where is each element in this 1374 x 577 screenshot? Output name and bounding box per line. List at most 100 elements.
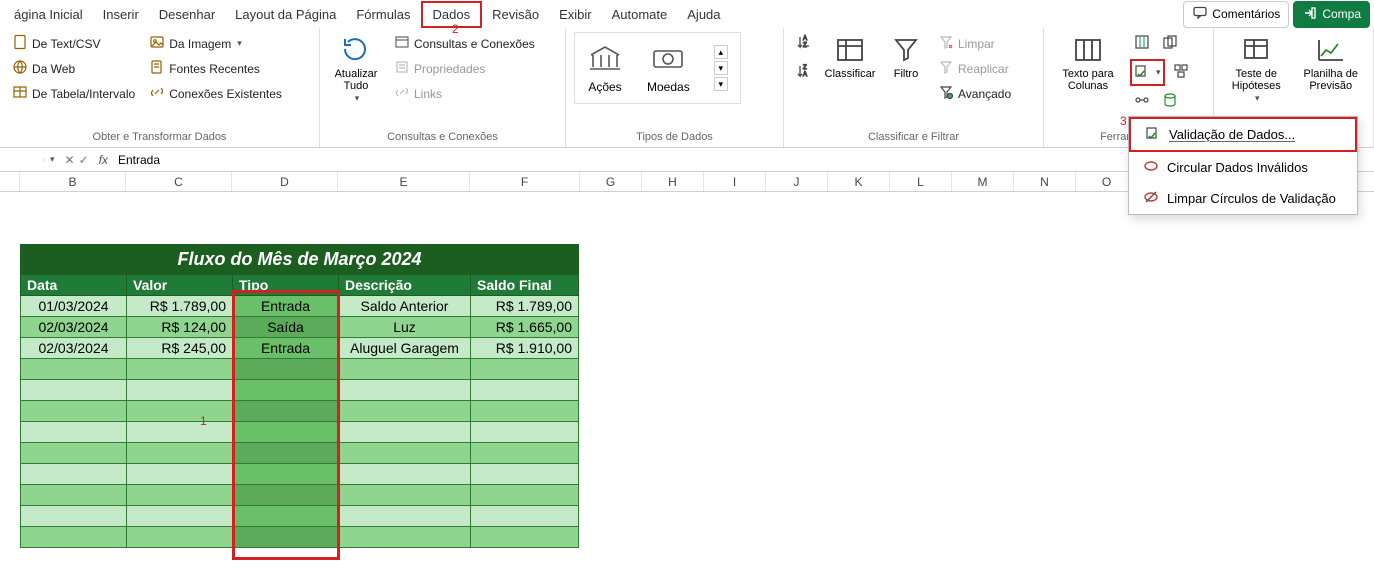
cell-saldo[interactable] xyxy=(471,485,579,506)
cell-desc[interactable]: Luz xyxy=(339,317,471,338)
cell-tipo[interactable] xyxy=(233,485,339,506)
cell-valor[interactable] xyxy=(127,359,233,380)
cell-tipo[interactable] xyxy=(233,401,339,422)
fx-icon[interactable]: fx xyxy=(95,153,112,167)
flash-fill-button[interactable] xyxy=(1130,32,1154,55)
cell-valor[interactable] xyxy=(127,485,233,506)
cell-saldo[interactable] xyxy=(471,380,579,401)
cell-desc[interactable] xyxy=(339,443,471,464)
cell-desc[interactable] xyxy=(339,401,471,422)
cell-data[interactable] xyxy=(21,527,127,548)
cell-valor[interactable]: R$ 1.789,00 xyxy=(127,296,233,317)
from-table-range-button[interactable]: De Tabela/Intervalo xyxy=(8,82,139,105)
comments-button[interactable]: Comentários xyxy=(1183,1,1289,28)
cell-data[interactable]: 01/03/2024 xyxy=(21,296,127,317)
tab-view[interactable]: Exibir xyxy=(549,3,602,26)
cell-desc[interactable] xyxy=(339,506,471,527)
text-to-columns-button[interactable]: Texto para Colunas xyxy=(1052,32,1124,94)
column-header[interactable]: D xyxy=(232,172,338,191)
column-header[interactable]: M xyxy=(952,172,1014,191)
cell-desc[interactable] xyxy=(339,464,471,485)
recent-sources-button[interactable]: Fontes Recentes xyxy=(145,57,286,80)
data-types-gallery[interactable]: Ações Moedas ▴ ▾ ▾ xyxy=(574,32,741,104)
gallery-down-button[interactable]: ▾ xyxy=(714,61,728,75)
sort-desc-button[interactable]: ZA xyxy=(792,61,816,84)
data-model-button[interactable] xyxy=(1158,90,1182,113)
cell-tipo[interactable] xyxy=(233,359,339,380)
menu-circle-invalid[interactable]: Circular Dados Inválidos xyxy=(1129,152,1357,183)
cell-data[interactable] xyxy=(21,506,127,527)
cell-data[interactable] xyxy=(21,380,127,401)
cell-valor[interactable] xyxy=(127,401,233,422)
cell-saldo[interactable] xyxy=(471,443,579,464)
refresh-all-button[interactable]: Atualizar Tudo▾ xyxy=(328,32,384,106)
tab-formulas[interactable]: Fórmulas xyxy=(346,3,420,26)
gallery-up-button[interactable]: ▴ xyxy=(714,45,728,59)
cell-saldo[interactable] xyxy=(471,422,579,443)
column-header[interactable]: J xyxy=(766,172,828,191)
column-header[interactable]: N xyxy=(1014,172,1076,191)
cell-saldo[interactable]: R$ 1.910,00 xyxy=(471,338,579,359)
tab-draw[interactable]: Desenhar xyxy=(149,3,225,26)
column-header[interactable]: L xyxy=(890,172,952,191)
cell-desc[interactable] xyxy=(339,380,471,401)
tab-review[interactable]: Revisão xyxy=(482,3,549,26)
existing-connections-button[interactable]: Conexões Existentes xyxy=(145,82,286,105)
cell-desc[interactable] xyxy=(339,485,471,506)
whatif-button[interactable]: Teste de Hipóteses▾ xyxy=(1222,32,1291,106)
cell-tipo[interactable] xyxy=(233,527,339,548)
cell-valor[interactable] xyxy=(127,527,233,548)
column-header[interactable]: B xyxy=(20,172,126,191)
cell-tipo[interactable] xyxy=(233,506,339,527)
cell-data[interactable] xyxy=(21,485,127,506)
column-header[interactable]: H xyxy=(642,172,704,191)
gallery-more-button[interactable]: ▾ xyxy=(714,77,728,91)
remove-duplicates-button[interactable] xyxy=(1158,32,1182,55)
forecast-sheet-button[interactable]: Planilha de Previsão xyxy=(1297,32,1366,94)
column-header[interactable]: G xyxy=(580,172,642,191)
cell-tipo[interactable]: Entrada xyxy=(233,296,339,317)
cell-valor[interactable] xyxy=(127,443,233,464)
table-row[interactable]: 02/03/2024R$ 124,00SaídaLuzR$ 1.665,00 xyxy=(21,317,579,338)
data-validation-button[interactable]: ▾ xyxy=(1130,59,1165,86)
table-row[interactable] xyxy=(21,401,579,422)
table-row[interactable]: 02/03/2024R$ 245,00EntradaAluguel Garage… xyxy=(21,338,579,359)
advanced-filter-button[interactable]: Avançado xyxy=(934,82,1015,105)
cell-desc[interactable] xyxy=(339,527,471,548)
cell-data[interactable]: 02/03/2024 xyxy=(21,317,127,338)
currencies-type-button[interactable]: Moedas xyxy=(647,43,690,94)
cell-valor[interactable] xyxy=(127,506,233,527)
cell-desc[interactable]: Saldo Anterior xyxy=(339,296,471,317)
cell-valor[interactable]: R$ 124,00 xyxy=(127,317,233,338)
table-row[interactable] xyxy=(21,359,579,380)
queries-connections-button[interactable]: Consultas e Conexões xyxy=(390,32,539,55)
relationships-button[interactable] xyxy=(1130,90,1154,113)
cancel-icon[interactable]: ✕ xyxy=(65,153,75,167)
cell-data[interactable] xyxy=(21,359,127,380)
cell-saldo[interactable] xyxy=(471,527,579,548)
cell-data[interactable] xyxy=(21,401,127,422)
table-row[interactable]: 01/03/2024R$ 1.789,00EntradaSaldo Anteri… xyxy=(21,296,579,317)
stocks-type-button[interactable]: Ações xyxy=(587,43,623,94)
cell-valor[interactable] xyxy=(127,464,233,485)
links-button[interactable]: Links xyxy=(390,82,539,105)
tab-help[interactable]: Ajuda xyxy=(677,3,730,26)
tab-layout[interactable]: Layout da Página xyxy=(225,3,346,26)
cell-saldo[interactable] xyxy=(471,464,579,485)
cell-valor[interactable]: R$ 245,00 xyxy=(127,338,233,359)
consolidate-button[interactable] xyxy=(1169,59,1193,86)
cell-desc[interactable]: Aluguel Garagem xyxy=(339,338,471,359)
cell-saldo[interactable] xyxy=(471,506,579,527)
tab-insert[interactable]: Inserir xyxy=(93,3,149,26)
table-row[interactable] xyxy=(21,380,579,401)
share-button[interactable]: Compa xyxy=(1293,1,1370,28)
cell-data[interactable] xyxy=(21,443,127,464)
table-row[interactable] xyxy=(21,527,579,548)
cell-tipo[interactable] xyxy=(233,380,339,401)
table-row[interactable] xyxy=(21,464,579,485)
sheet-area[interactable]: Fluxo do Mês de Março 2024 Data Valor Ti… xyxy=(0,192,1374,548)
cell-data[interactable] xyxy=(21,422,127,443)
column-header[interactable]: I xyxy=(704,172,766,191)
properties-button[interactable]: Propriedades xyxy=(390,57,539,80)
from-text-csv-button[interactable]: De Text/CSV xyxy=(8,32,139,55)
